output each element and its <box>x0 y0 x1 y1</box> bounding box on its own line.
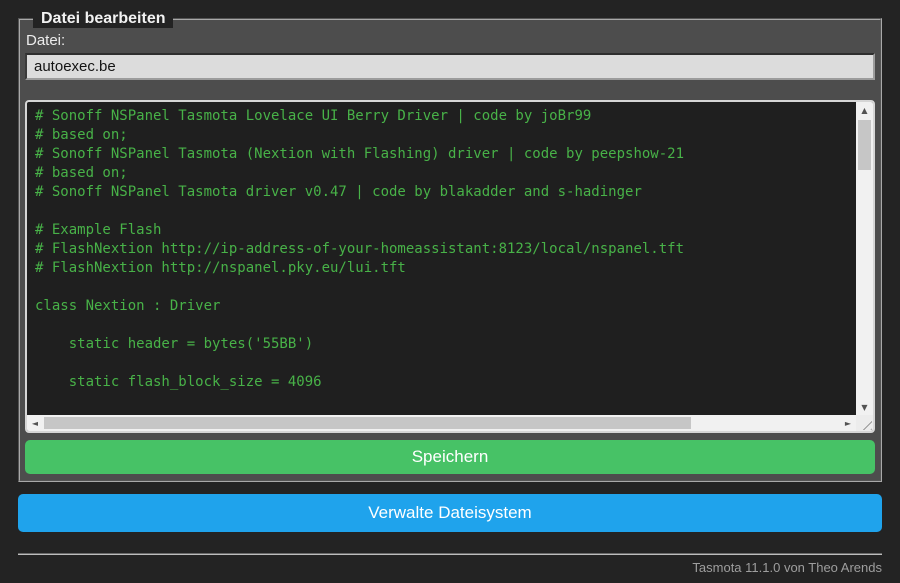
scroll-right-icon: ► <box>844 418 852 428</box>
code-editor[interactable]: # Sonoff NSPanel Tasmota Lovelace UI Ber… <box>25 100 875 433</box>
edit-file-legend: Datei bearbeiten <box>33 10 174 28</box>
code-line: # FlashNextion http://nspanel.pky.eu/lui… <box>35 260 406 276</box>
code-line: # based on; <box>35 165 128 181</box>
code-line: # FlashNextion http://ip-address-of-your… <box>35 241 685 257</box>
vertical-scrollbar[interactable]: ▲ ▼ <box>856 102 873 415</box>
code-line: # Example Flash <box>35 222 162 238</box>
code-line: static flash_block_size = 4096 <box>35 374 322 390</box>
save-button[interactable]: Speichern <box>25 440 875 474</box>
resize-grip-icon[interactable] <box>859 417 872 430</box>
scroll-left-icon: ◄ <box>31 418 39 428</box>
code-content[interactable]: # Sonoff NSPanel Tasmota Lovelace UI Ber… <box>27 102 856 415</box>
scroll-down-icon: ▼ <box>861 402 868 412</box>
code-line: # Sonoff NSPanel Tasmota Lovelace UI Ber… <box>35 108 592 124</box>
vertical-scroll-thumb[interactable] <box>858 120 871 170</box>
scroll-up-icon: ▲ <box>861 105 868 115</box>
code-line: # Sonoff NSPanel Tasmota (Nextion with F… <box>35 146 685 162</box>
scroll-right-button[interactable]: ► <box>840 415 856 431</box>
code-line: # based on; <box>35 127 128 143</box>
scroll-up-button[interactable]: ▲ <box>856 102 873 118</box>
file-name-label: Datei: <box>26 32 66 49</box>
code-line: static header = bytes('55BB') <box>35 336 314 352</box>
manage-filesystem-button[interactable]: Verwalte Dateisystem <box>18 494 882 532</box>
scroll-left-button[interactable]: ◄ <box>27 415 43 431</box>
edit-file-fieldset: Datei bearbeiten Datei: # Sonoff NSPanel… <box>18 10 882 482</box>
scroll-down-button[interactable]: ▼ <box>856 399 873 415</box>
horizontal-scroll-thumb[interactable] <box>44 417 691 429</box>
footer: Tasmota 11.1.0 von Theo Arends <box>18 553 882 575</box>
page: Datei bearbeiten Datei: # Sonoff NSPanel… <box>0 0 900 575</box>
footer-divider <box>18 553 882 555</box>
code-line: # Sonoff NSPanel Tasmota driver v0.47 | … <box>35 184 642 200</box>
version-text: Tasmota 11.1.0 von Theo Arends <box>692 560 882 575</box>
file-name-input[interactable] <box>25 53 875 80</box>
code-line: class Nextion : Driver <box>35 298 221 314</box>
scrollbar-corner <box>856 415 873 431</box>
horizontal-scrollbar[interactable]: ◄ ► <box>27 415 856 431</box>
